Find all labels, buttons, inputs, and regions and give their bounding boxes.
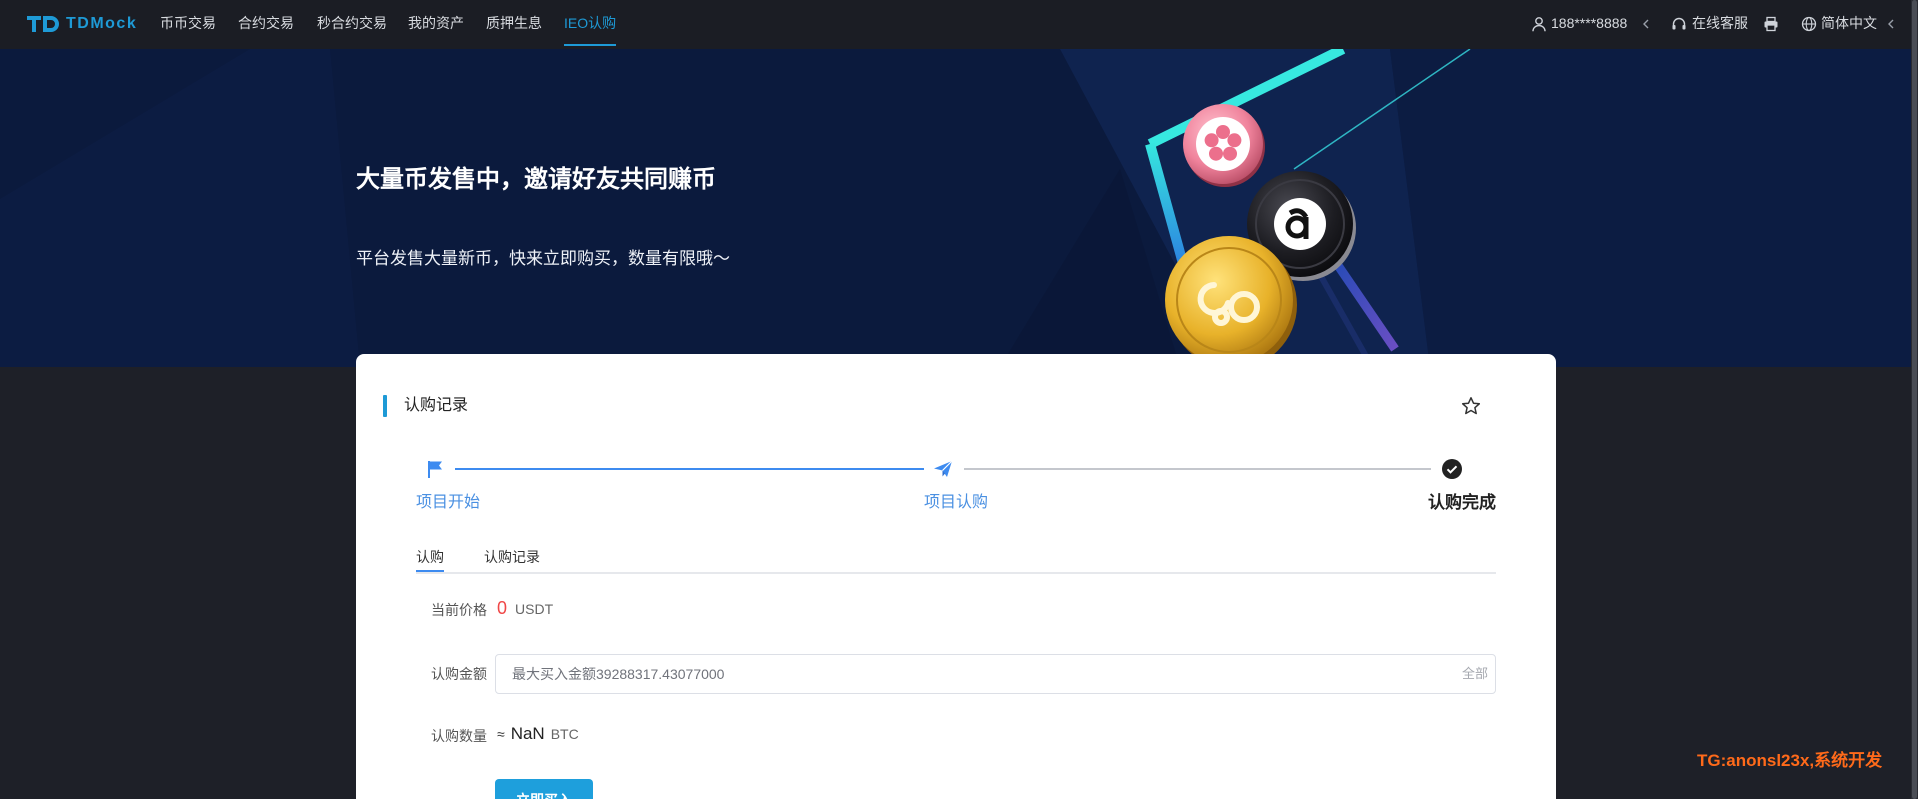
quantity-value: NaN bbox=[510, 724, 545, 743]
globe-icon[interactable] bbox=[1801, 16, 1817, 32]
approx-symbol: ≈ bbox=[497, 726, 505, 742]
price-label: 当前价格 bbox=[431, 602, 487, 618]
watermark-text: TG:anonsl23x,系统开发 bbox=[1697, 751, 1883, 770]
active-tab-indicator bbox=[416, 570, 444, 572]
chevron-left-icon[interactable] bbox=[1642, 18, 1650, 30]
step-connector bbox=[455, 468, 924, 470]
amount-label: 认购金额 bbox=[431, 666, 487, 682]
step-label-complete: 认购完成 bbox=[1428, 493, 1496, 512]
subscription-card: 认购记录 项目开始 项目认购 认购完成 认购 认购记录 当前价格 0 USDT … bbox=[356, 354, 1556, 799]
logo[interactable]: TDMock bbox=[27, 0, 142, 47]
user-phone[interactable]: 188****8888 bbox=[1551, 0, 1627, 47]
flag-icon bbox=[428, 461, 442, 478]
nav-item-second-contract[interactable]: 秒合约交易 bbox=[317, 0, 387, 49]
fill-all-button[interactable]: 全部 bbox=[1462, 655, 1488, 693]
vertical-scrollbar[interactable] bbox=[1911, 0, 1918, 799]
star-icon[interactable] bbox=[1461, 396, 1481, 416]
price-display: 0 USDT bbox=[497, 598, 553, 619]
language-selector[interactable]: 简体中文 bbox=[1821, 0, 1877, 47]
step-connector bbox=[964, 468, 1431, 470]
paper-plane-icon bbox=[934, 460, 953, 477]
nav-item-my-assets[interactable]: 我的资产 bbox=[408, 0, 464, 49]
nav-item-ieo[interactable]: IEO认购 bbox=[564, 0, 617, 49]
quantity-display: ≈ NaN BTC bbox=[497, 724, 579, 744]
nav-item-staking[interactable]: 质押生息 bbox=[486, 0, 542, 49]
logo-text: TDMock bbox=[66, 15, 138, 32]
logo-icon bbox=[27, 16, 59, 32]
quantity-label: 认购数量 bbox=[431, 728, 487, 744]
chevron-left-icon[interactable] bbox=[1887, 18, 1895, 30]
quantity-unit: BTC bbox=[550, 726, 579, 742]
nav-item-contract-trading[interactable]: 合约交易 bbox=[238, 0, 294, 49]
tab-divider bbox=[416, 572, 1496, 574]
card-title: 认购记录 bbox=[404, 397, 469, 414]
amount-input[interactable] bbox=[496, 655, 1426, 693]
amount-field: 全部 bbox=[495, 654, 1496, 694]
tab-subscription-records[interactable]: 认购记录 bbox=[484, 547, 540, 567]
top-nav: TDMock 币币交易 合约交易 秒合约交易 我的资产 质押生息 IEO认购 1… bbox=[0, 0, 1911, 49]
price-value: 0 bbox=[497, 598, 508, 618]
headset-icon[interactable] bbox=[1671, 16, 1687, 32]
buy-now-button[interactable]: 立即买入 bbox=[495, 779, 593, 799]
hero-banner: 大量币发售中，邀请好友共同赚币 平台发售大量新币，快来立即购买，数量有限哦～ bbox=[0, 49, 1911, 367]
user-icon[interactable] bbox=[1531, 16, 1547, 32]
banner-illustration bbox=[0, 49, 1911, 367]
check-circle-icon bbox=[1442, 459, 1462, 479]
support-link[interactable]: 在线客服 bbox=[1692, 0, 1748, 47]
title-accent-bar bbox=[383, 395, 387, 417]
step-label-subscribe: 项目认购 bbox=[924, 494, 989, 511]
banner-subtitle: 平台发售大量新币，快来立即购买，数量有限哦～ bbox=[356, 249, 730, 268]
banner-title: 大量币发售中，邀请好友共同赚币 bbox=[356, 166, 716, 193]
price-unit: USDT bbox=[515, 601, 554, 617]
scrollbar-thumb[interactable] bbox=[1912, 0, 1917, 799]
nav-item-spot-trading[interactable]: 币币交易 bbox=[160, 0, 216, 49]
tab-subscribe[interactable]: 认购 bbox=[416, 547, 444, 567]
printer-icon[interactable] bbox=[1763, 16, 1779, 32]
step-label-start: 项目开始 bbox=[416, 494, 481, 511]
